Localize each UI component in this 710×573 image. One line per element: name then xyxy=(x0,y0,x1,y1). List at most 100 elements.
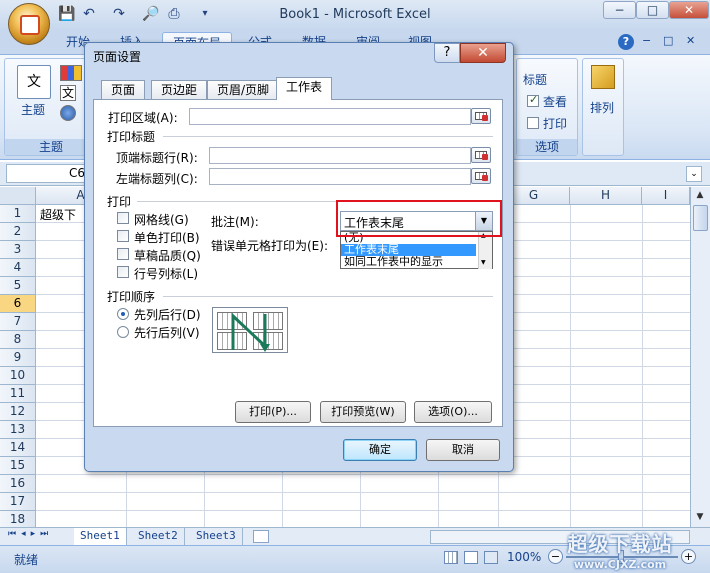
gridlines-checkbox[interactable] xyxy=(117,212,129,224)
insert-sheet-icon[interactable] xyxy=(253,530,269,543)
over-then-down-radio[interactable] xyxy=(117,326,129,338)
office-button[interactable] xyxy=(8,3,50,45)
row-header-5[interactable]: 5 xyxy=(0,277,36,295)
print-area-label: 打印区域(A): xyxy=(108,111,178,125)
headings-checkbox[interactable] xyxy=(117,266,129,278)
name-box[interactable]: C6 xyxy=(6,164,90,183)
view-label: 查看 xyxy=(543,95,568,109)
print-area-picker-icon[interactable] xyxy=(471,108,491,124)
customize-toolbar-icon[interactable]: ▾ xyxy=(196,5,214,23)
down-then-over-radio[interactable] xyxy=(117,308,129,320)
minimize-button[interactable]: − xyxy=(603,1,636,19)
watermark-title: 超级下载站 xyxy=(567,532,673,556)
row-header-12[interactable]: 12 xyxy=(0,403,36,421)
select-all-button[interactable] xyxy=(0,187,36,205)
prev-sheet-icon[interactable]: ◂ xyxy=(21,529,31,539)
page-layout-view-icon[interactable] xyxy=(464,551,478,564)
scroll-up-icon[interactable]: ▲ xyxy=(691,187,709,203)
comments-option-as-displayed[interactable]: 如同工作表中的显示 xyxy=(341,256,476,268)
options-button[interactable]: 选项(O)... xyxy=(414,401,492,423)
print-headings-checkbox[interactable] xyxy=(527,117,539,129)
normal-view-icon[interactable] xyxy=(444,551,458,564)
cell-a1[interactable]: 超级下 xyxy=(40,206,76,223)
row-header-4[interactable]: 4 xyxy=(0,259,36,277)
dropdown-scroll-down-icon[interactable]: ▼ xyxy=(481,259,486,266)
help-icon[interactable]: ? xyxy=(618,34,634,50)
row-header-7[interactable]: 7 xyxy=(0,313,36,331)
draft-label: 草稿品质(Q) xyxy=(134,249,201,263)
print-titles-section: 打印标题 xyxy=(107,130,156,144)
top-rows-input[interactable] xyxy=(209,147,471,164)
ribbon-minimize-icon[interactable]: − xyxy=(642,34,651,47)
dropdown-scrollbar[interactable]: ▲ ▼ xyxy=(478,232,492,269)
print-area-input[interactable] xyxy=(189,108,471,125)
row-header-2[interactable]: 2 xyxy=(0,223,36,241)
column-header-h[interactable]: H xyxy=(570,187,642,205)
print-button[interactable]: 打印(P)... xyxy=(235,401,311,423)
top-rows-picker-icon[interactable] xyxy=(471,147,491,163)
arrange-icon[interactable] xyxy=(591,65,615,89)
dialog-help-button[interactable]: ? xyxy=(434,43,460,63)
row-header-16[interactable]: 16 xyxy=(0,475,36,493)
scroll-down-icon[interactable]: ▼ xyxy=(691,509,709,525)
print-preview-button[interactable]: 打印预览(W) xyxy=(320,401,406,423)
left-cols-label: 左端标题列(C): xyxy=(116,172,198,186)
row-header-3[interactable]: 3 xyxy=(0,241,36,259)
vertical-scrollbar[interactable]: ▲ ▼ xyxy=(690,187,710,527)
theme-fonts-icon[interactable]: 文 xyxy=(60,85,76,101)
left-cols-input[interactable] xyxy=(209,168,471,185)
page-break-view-icon[interactable] xyxy=(484,551,498,564)
row-header-18[interactable]: 18 xyxy=(0,511,36,527)
dialog-close-button[interactable]: ✕ xyxy=(460,43,506,63)
ok-button[interactable]: 确定 xyxy=(343,439,417,461)
row-header-1[interactable]: 1 xyxy=(0,205,36,223)
row-header-10[interactable]: 10 xyxy=(0,367,36,385)
theme-icon[interactable]: 文 xyxy=(17,65,51,99)
first-sheet-icon[interactable]: ⏮ xyxy=(8,529,21,539)
row-header-17[interactable]: 17 xyxy=(0,493,36,511)
column-header-i[interactable]: I xyxy=(642,187,690,205)
print-preview-icon[interactable]: 🔎 xyxy=(142,5,160,23)
scroll-thumb[interactable] xyxy=(693,205,708,231)
watermark: 超级下载站 www.CJXZ.com xyxy=(540,528,700,572)
row-header-13[interactable]: 13 xyxy=(0,421,36,439)
top-rows-label: 顶端标题行(R): xyxy=(116,151,198,165)
maximize-button[interactable]: □ xyxy=(636,1,669,19)
bw-checkbox[interactable] xyxy=(117,230,129,242)
draft-checkbox[interactable] xyxy=(117,248,129,260)
sheet-nav-icons[interactable]: ⏮◂▸⏭ xyxy=(8,529,53,539)
arrange-button-label[interactable]: 排列 xyxy=(590,99,614,116)
tab-header-footer[interactable]: 页眉/页脚 xyxy=(207,80,280,100)
row-header-8[interactable]: 8 xyxy=(0,331,36,349)
tab-sheet[interactable]: 工作表 xyxy=(276,77,333,100)
next-sheet-icon[interactable]: ▸ xyxy=(31,529,41,539)
down-then-over-label: 先列后行(D) xyxy=(134,308,201,322)
row-header-11[interactable]: 11 xyxy=(0,385,36,403)
last-sheet-icon[interactable]: ⏭ xyxy=(40,529,53,539)
expand-formula-icon[interactable]: ⌄ xyxy=(686,166,702,182)
theme-colors-icon[interactable] xyxy=(60,65,82,81)
sheet-tab-3[interactable]: Sheet3 xyxy=(190,528,243,545)
quick-print-icon[interactable]: ⎙ xyxy=(165,5,183,23)
theme-button-label[interactable]: 主题 xyxy=(21,101,45,118)
theme-effects-icon[interactable] xyxy=(60,105,76,121)
row-header-15[interactable]: 15 xyxy=(0,457,36,475)
row-header-6[interactable]: 6 xyxy=(0,295,36,313)
tab-margins[interactable]: 页边距 xyxy=(151,80,208,100)
undo-icon[interactable]: ↶ xyxy=(80,5,98,23)
close-button[interactable]: ✕ xyxy=(669,1,709,19)
save-icon[interactable]: 💾 xyxy=(58,5,76,23)
view-headings-checkbox[interactable]: ✓ xyxy=(527,93,539,107)
row-header-9[interactable]: 9 xyxy=(0,349,36,367)
left-cols-picker-icon[interactable] xyxy=(471,168,491,184)
zoom-level[interactable]: 100% xyxy=(507,550,541,564)
redo-icon[interactable]: ↷ xyxy=(110,5,128,23)
ribbon-restore-icon[interactable]: □ xyxy=(663,34,673,47)
comments-option-end-of-sheet[interactable]: 工作表末尾 xyxy=(341,244,476,256)
tab-page[interactable]: 页面 xyxy=(101,80,146,100)
ribbon-close-icon[interactable]: ✕ xyxy=(686,34,695,47)
sheet-tab-2[interactable]: Sheet2 xyxy=(132,528,185,545)
sheet-tab-1[interactable]: Sheet1 xyxy=(74,528,127,545)
cancel-button[interactable]: 取消 xyxy=(426,439,500,461)
row-header-14[interactable]: 14 xyxy=(0,439,36,457)
